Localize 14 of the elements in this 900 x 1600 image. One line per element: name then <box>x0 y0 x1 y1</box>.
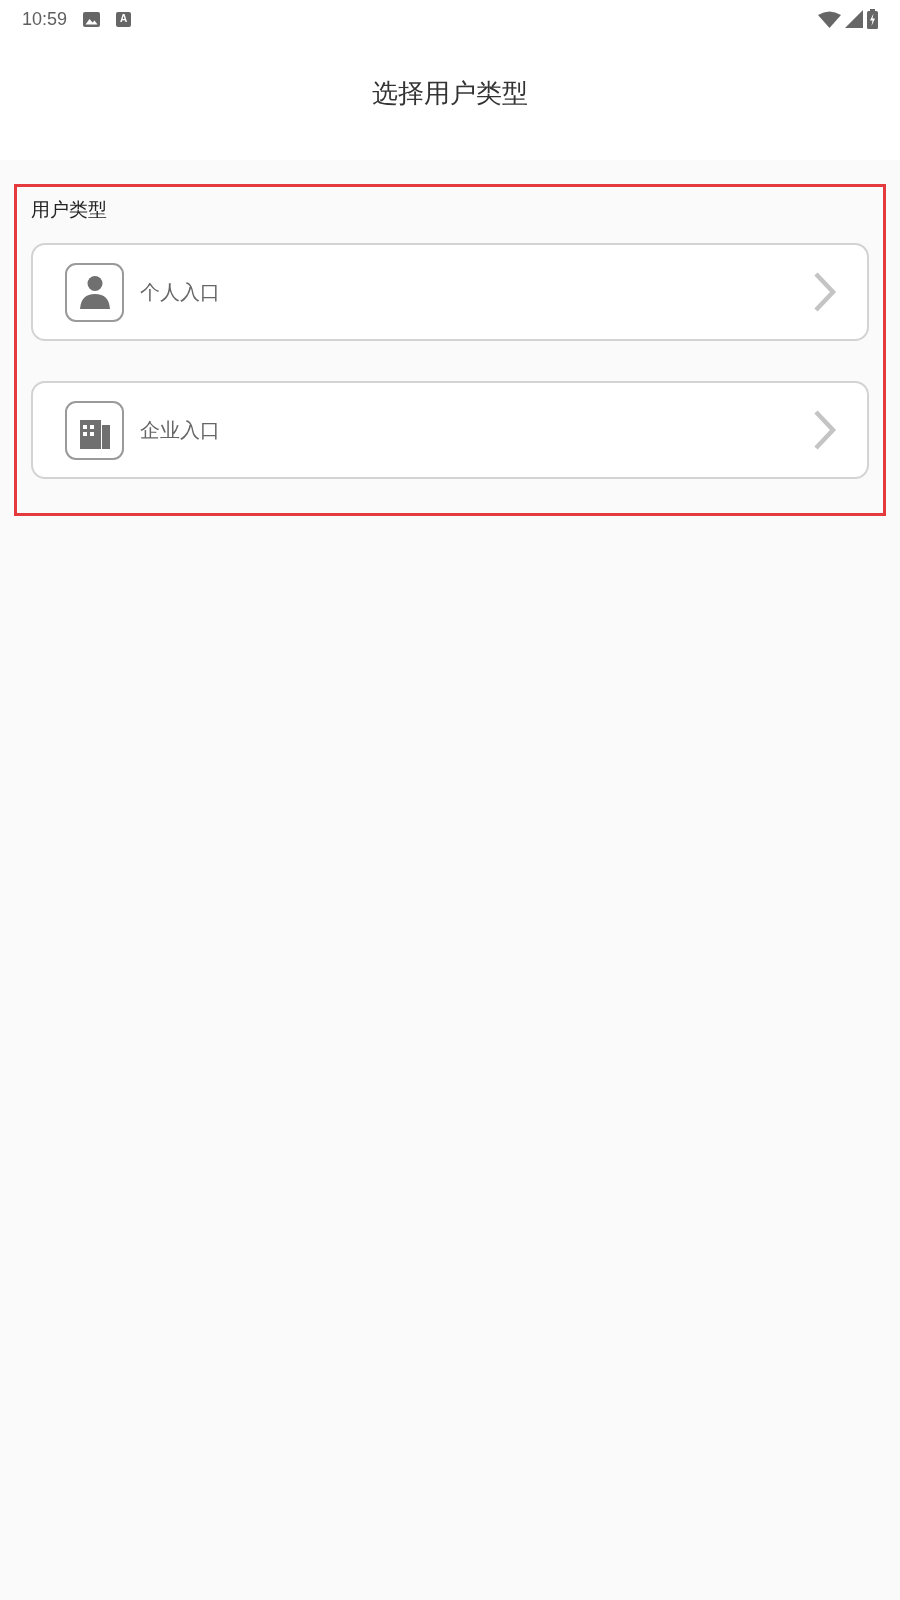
battery-charging-icon <box>867 9 878 29</box>
clock-time: 10:59 <box>22 10 68 28</box>
chevron-right-icon <box>813 271 837 313</box>
picture-icon <box>83 11 101 27</box>
wifi-icon <box>818 10 841 28</box>
section-title: 用户类型 <box>31 197 108 221</box>
chevron-right-icon <box>813 409 837 451</box>
entry-option-button[interactable]: 企业入口 <box>31 381 869 479</box>
page-title: 选择用户类型 <box>372 78 528 110</box>
signal-icon <box>845 10 863 28</box>
letter-icon: A <box>116 11 132 27</box>
building-icon <box>65 400 124 460</box>
entry-option-button[interactable]: 个人入口 <box>31 243 869 341</box>
person-icon <box>65 262 124 322</box>
